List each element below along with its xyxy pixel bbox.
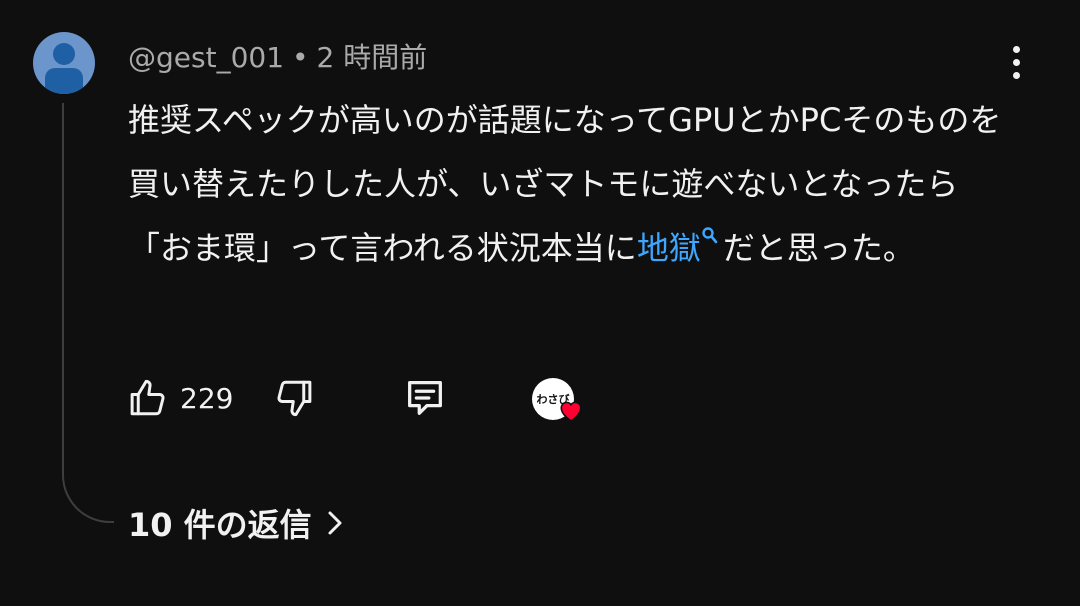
comment-meta: @gest_001 • 2 時間前 — [128, 36, 427, 76]
comment-text: 推奨スペックが高いのが話題になってGPUとかPCそのものを買い替えたりした人が、… — [128, 88, 1008, 280]
menu-dot — [1012, 71, 1020, 79]
search-icon — [702, 227, 718, 244]
reply-button[interactable] — [402, 372, 448, 424]
comment-text-tail: だと思った。 — [722, 229, 915, 267]
meta-separator: • — [292, 41, 309, 74]
comment-time: 2 時間前 — [316, 41, 428, 74]
thumbs-down-icon — [277, 380, 312, 417]
search-link[interactable]: 地獄 — [636, 227, 723, 267]
more-vert-icon[interactable] — [1001, 40, 1031, 84]
chevron-right-icon — [328, 511, 342, 535]
dislike-button[interactable] — [274, 372, 316, 424]
comment-actions: 229 わさび — [126, 372, 606, 424]
comment-icon — [408, 381, 442, 415]
replies-label: 10 件の返信 — [128, 506, 312, 544]
avatar-head — [53, 43, 75, 65]
avatar-body — [45, 68, 83, 94]
creator-heart: わさび — [532, 378, 586, 428]
user-avatar[interactable] — [33, 32, 95, 94]
like-count: 229 — [180, 381, 234, 415]
thread-connector-line — [62, 103, 114, 523]
search-link-label: 地獄 — [636, 229, 701, 267]
menu-dot — [1012, 58, 1020, 66]
like-button[interactable]: 229 — [126, 372, 233, 424]
view-replies-button[interactable]: 10 件の返信 — [128, 500, 344, 546]
author-name[interactable]: @gest_001 — [128, 41, 284, 74]
menu-dot — [1012, 45, 1020, 53]
heart-icon — [560, 401, 582, 422]
thumbs-up-icon — [130, 379, 165, 416]
